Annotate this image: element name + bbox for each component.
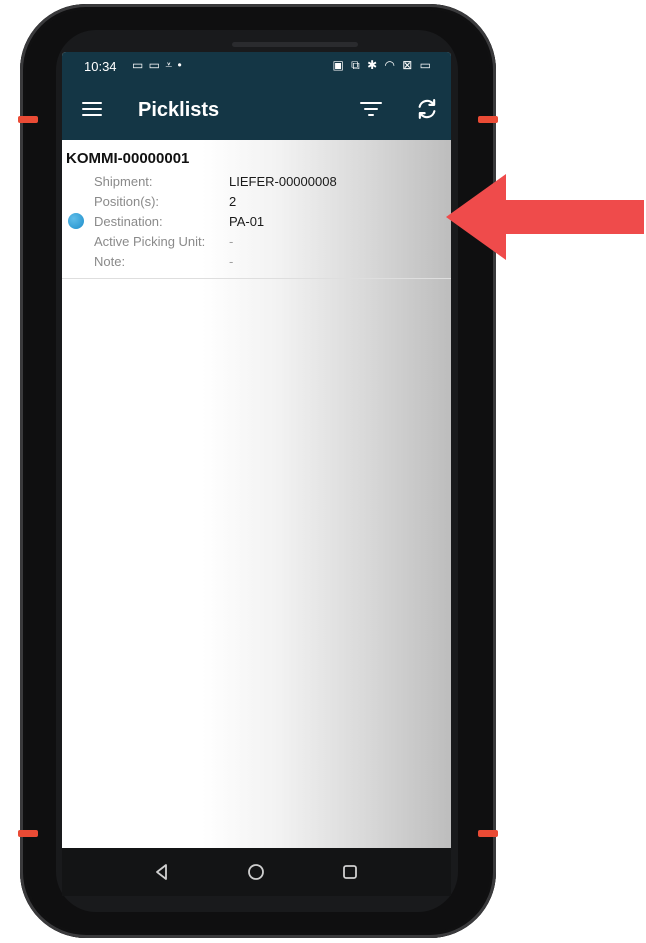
phone-accent-stripe: [18, 830, 38, 837]
page-title: Picklists: [138, 99, 220, 121]
field-value: LIEFER-00000008: [229, 174, 337, 189]
field-value: -: [229, 234, 234, 249]
back-icon[interactable]: [150, 860, 174, 884]
annotation-arrow-icon: [446, 174, 644, 260]
field-label: Destination:: [94, 214, 163, 229]
field-value: -: [229, 254, 234, 269]
field-value: 2: [229, 194, 237, 209]
notification-icons: ▭ ▭ ⩡ •: [132, 58, 183, 72]
system-status-icons: ▣ ⧉ ✱ ◠ ⊠ ▭: [332, 58, 433, 72]
status-bar: 10:34 ▭ ▭ ⩡ • ▣ ⧉ ✱ ◠ ⊠ ▭: [62, 52, 451, 80]
phone-accent-stripe: [478, 116, 498, 123]
recents-icon[interactable]: [338, 860, 362, 884]
field-value: PA-01: [229, 214, 265, 229]
phone-accent-stripe: [18, 116, 38, 123]
field-label: Position(s):: [94, 194, 160, 209]
status-time: 10:34: [84, 59, 117, 74]
system-nav-bar: [62, 848, 451, 896]
app-screen: 10:34 ▭ ▭ ⩡ • ▣ ⧉ ✱ ◠ ⊠ ▭ Picklists KOMM…: [62, 52, 451, 848]
home-icon[interactable]: [244, 860, 268, 884]
picklist-item[interactable]: KOMMI-00000001 Shipment: LIEFER-00000008…: [62, 140, 451, 279]
refresh-icon[interactable]: [414, 96, 440, 122]
phone-accent-stripe: [478, 830, 498, 837]
hamburger-menu-icon[interactable]: [82, 102, 102, 116]
field-label: Note:: [94, 254, 126, 269]
status-dot-icon: [68, 213, 84, 229]
earpiece: [232, 42, 358, 47]
picklist-id: KOMMI-00000001: [66, 150, 190, 167]
field-label: Shipment:: [94, 174, 153, 189]
app-bar: Picklists: [62, 80, 451, 140]
field-label: Active Picking Unit:: [94, 234, 206, 249]
filter-icon[interactable]: [360, 100, 382, 118]
